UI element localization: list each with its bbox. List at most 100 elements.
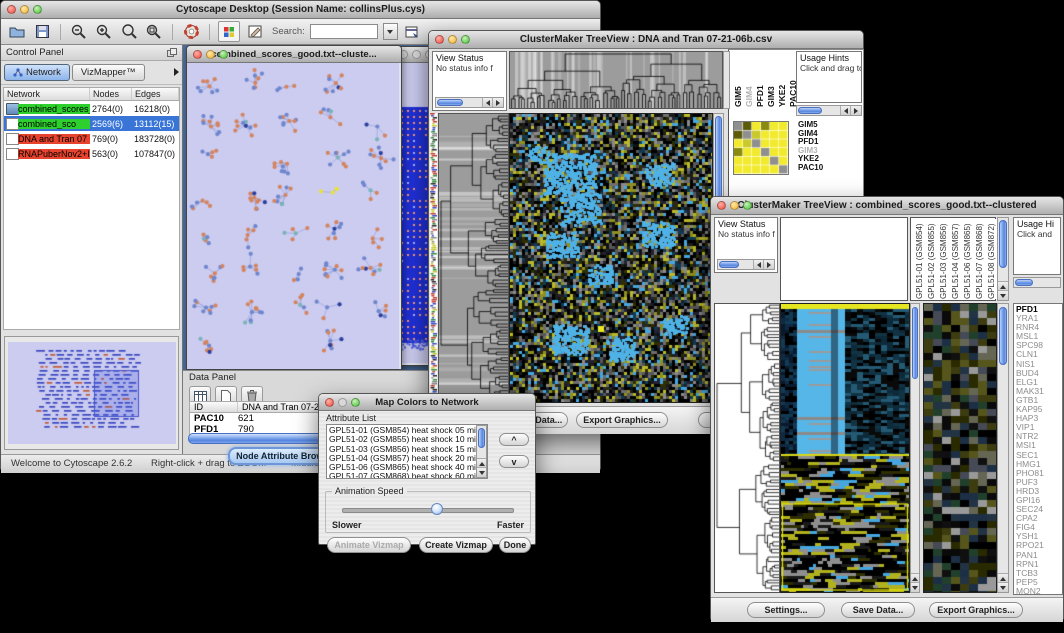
scroll-down-icon[interactable] (998, 290, 1008, 300)
tv1-row-dendrogram[interactable] (439, 114, 508, 402)
dialog-titlebar[interactable]: Map Colors to Network (319, 394, 535, 411)
close-icon[interactable] (325, 398, 334, 407)
data-panel-scrollbar[interactable] (188, 433, 330, 444)
network-list-row[interactable]: combined_sco 2569(6) 13112(15) (4, 116, 179, 131)
scroll-down-icon[interactable] (911, 582, 919, 592)
treeview-dna-titlebar[interactable]: ClusterMaker TreeView : DNA and Tran 07-… (429, 31, 863, 49)
heatmap-panel[interactable] (780, 303, 910, 593)
usage-hints-scrollbar[interactable] (1013, 277, 1061, 288)
float-panel-icon[interactable] (167, 48, 177, 57)
annotation-icon[interactable] (245, 22, 265, 41)
usage-hints-scrollbar[interactable] (796, 105, 862, 116)
move-up-button[interactable]: ^ (499, 433, 529, 446)
tab-overflow-icon[interactable] (174, 68, 179, 76)
close-icon[interactable] (193, 50, 202, 59)
column-label[interactable]: GPL51-08 (GSM872) (986, 219, 997, 299)
mini-vscrollbar[interactable] (723, 51, 730, 109)
tv1-heatmap[interactable] (510, 114, 712, 402)
zoom-window-icon[interactable] (743, 201, 752, 210)
zoom-window-icon[interactable] (351, 398, 360, 407)
search-input[interactable] (310, 24, 378, 39)
view-status-scrollbar[interactable] (717, 259, 775, 270)
overview-canvas[interactable] (8, 342, 176, 444)
sub-heatmap-panel[interactable] (923, 303, 997, 593)
network-view-window[interactable]: combined_scores_good.txt--cluste... (186, 45, 402, 370)
export-graphics-button[interactable]: Export Graphics... (576, 412, 668, 428)
heatmap-vscrollbar[interactable] (910, 303, 920, 593)
scroll-right-icon[interactable] (492, 98, 503, 107)
tv1-mini-heatmap[interactable] (734, 122, 788, 174)
close-icon[interactable] (435, 35, 444, 44)
zoom-window-icon[interactable] (461, 35, 470, 44)
treeview-combined-titlebar[interactable]: ClusterMaker TreeView : combined_scores_… (711, 197, 1063, 215)
row-label[interactable]: PAC10 (798, 164, 844, 173)
row-dendrogram-panel[interactable] (438, 113, 509, 403)
column-label[interactable]: GPL51-06 (GSM865) (962, 219, 973, 299)
zoom-window-icon[interactable] (219, 50, 228, 59)
animation-speed-slider[interactable] (342, 508, 514, 513)
column-label[interactable]: PFD1 (755, 51, 765, 107)
heatmap-panel[interactable] (509, 113, 713, 403)
zoom-out-icon[interactable] (69, 22, 89, 41)
network-list-row[interactable]: combined_scores_ 2764(0) 16218(0) (4, 101, 179, 116)
zoom-selected-icon[interactable] (119, 22, 139, 41)
minimize-icon[interactable] (338, 398, 347, 407)
minimize-icon[interactable] (20, 5, 29, 14)
tv2-sub-heatmap[interactable] (924, 304, 996, 592)
animate-vizmap-button[interactable]: Animate Vizmap (327, 537, 411, 553)
scroll-right-icon[interactable] (850, 106, 861, 115)
network-list-header[interactable]: Network Nodes Edges (4, 88, 179, 101)
network-list-row[interactable]: RNAPuberNov2+I 563(0) 107847(0) (4, 146, 179, 161)
close-icon[interactable] (717, 201, 726, 210)
search-dropdown-icon[interactable] (383, 23, 398, 40)
scroll-down-icon[interactable] (998, 582, 1008, 592)
slider-thumb[interactable] (431, 503, 443, 515)
settings-button[interactable]: Settings... (747, 602, 825, 618)
tab-network[interactable]: Network (4, 64, 70, 81)
column-dendrogram-empty[interactable] (780, 217, 908, 301)
vizmapper-icon[interactable] (218, 21, 240, 42)
tv2-row-dendrogram[interactable] (715, 304, 779, 592)
column-label[interactable]: GPL51-04 (GSM857) (950, 219, 961, 299)
export-graphics-button[interactable]: Export Graphics... (929, 602, 1023, 618)
open-icon[interactable] (7, 22, 27, 41)
network-a-canvas[interactable] (187, 63, 399, 369)
view-status-scrollbar[interactable] (435, 97, 504, 108)
move-down-button[interactable]: v (499, 455, 529, 468)
sub-heatmap-vscrollbar[interactable] (997, 303, 1009, 593)
help-ring-icon[interactable] (181, 22, 201, 41)
column-label[interactable]: GPL51-02 (GSM855) (926, 219, 937, 299)
scroll-down-icon[interactable] (477, 467, 486, 477)
minimize-icon[interactable] (448, 35, 457, 44)
row-dendrogram-panel[interactable] (714, 303, 780, 593)
save-data-button[interactable]: Save Data... (841, 602, 915, 618)
column-label[interactable]: YKE2 (777, 51, 787, 107)
column-label[interactable]: GIM4 (744, 51, 754, 107)
create-vizmap-button[interactable]: Create Vizmap (419, 537, 493, 553)
minimize-icon[interactable] (412, 50, 421, 59)
scroll-right-icon[interactable] (763, 260, 774, 269)
zoom-window-icon[interactable] (33, 5, 42, 14)
tab-vizmapper[interactable]: VizMapper™ (72, 64, 145, 81)
attribute-item[interactable]: GPL51-07 (GSM868) heat shock 60 min (329, 472, 485, 479)
save-icon[interactable] (32, 22, 52, 41)
column-dendrogram-panel[interactable] (509, 51, 723, 109)
attribute-list-scrollbar[interactable] (476, 425, 487, 478)
window-controls[interactable] (7, 5, 42, 14)
tv2-heatmap[interactable] (781, 304, 909, 592)
tv1-col-dendrogram[interactable] (510, 52, 722, 108)
zoom-in-icon[interactable] (94, 22, 114, 41)
zoom-fit-icon[interactable] (144, 22, 164, 41)
column-label[interactable]: GIM5 (733, 51, 743, 107)
column-label[interactable]: GPL51-03 (GSM856) (938, 219, 949, 299)
minimize-icon[interactable] (206, 50, 215, 59)
close-icon[interactable] (7, 5, 16, 14)
column-label[interactable]: GIM3 (766, 51, 776, 107)
cytoscape-titlebar[interactable]: Cytoscape Desktop (Session Name: collins… (1, 1, 600, 19)
labels-vscrollbar[interactable] (997, 217, 1009, 301)
done-button[interactable]: Done (499, 537, 531, 553)
attribute-browser-icon[interactable] (403, 22, 423, 41)
network-overview-panel[interactable] (4, 336, 179, 450)
column-label[interactable]: GPL51-01 (GSM854) (914, 219, 925, 299)
column-label[interactable]: GPL51-07 (GSM868) (974, 219, 985, 299)
